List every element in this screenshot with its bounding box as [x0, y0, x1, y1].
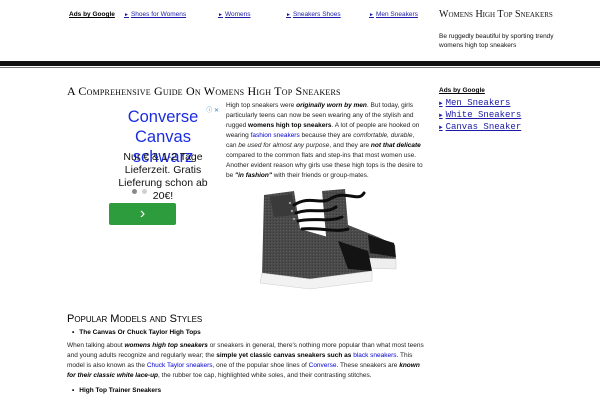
- display-ad[interactable]: ⓘ ✕ Converse Canvas schwarz Nur € & 1-2 …: [107, 103, 219, 228]
- arrow-icon: ►: [369, 12, 374, 18]
- header-divider-thin: [0, 67, 600, 68]
- page-title: A Comprehensive Guide On Womens High Top…: [67, 84, 341, 98]
- ad-link-men-sneakers[interactable]: ► Men Sneakers: [369, 11, 418, 18]
- ad-link-womens[interactable]: ► Womens: [218, 11, 250, 18]
- ad-body: Nur € & 1-2 Tage Lieferzeit. Gratis Lief…: [118, 151, 208, 202]
- ad-link-shoes-for-womens[interactable]: ► Shoes for Womens: [124, 11, 186, 18]
- arrow-icon: ►: [439, 100, 443, 107]
- ad-link-sneakers-shoes[interactable]: ► Sneakers Shoes: [286, 11, 341, 18]
- models-paragraph: When talking about womens high top sneak…: [67, 342, 424, 379]
- link-fashion-sneakers[interactable]: fashion sneakers: [251, 132, 300, 139]
- sneaker-image: [259, 189, 397, 290]
- link-black-sneakers[interactable]: black sneakers: [353, 352, 396, 359]
- sidebar-link-canvas-sneaker[interactable]: ► Canvas Sneaker: [439, 122, 521, 132]
- link-chuck-taylor[interactable]: Chuck Taylor sneakers: [147, 362, 213, 369]
- carousel-dot[interactable]: [142, 189, 147, 194]
- ad-carousel-dots: [132, 189, 152, 196]
- header-divider: [0, 61, 600, 66]
- arrow-icon: ►: [439, 124, 443, 131]
- arrow-icon: ►: [124, 12, 129, 18]
- list-item-canvas: The Canvas Or Chuck Taylor High Tops: [72, 329, 200, 336]
- sidebar-link-white-sneakers[interactable]: ► White Sneakers: [439, 110, 521, 120]
- carousel-dot[interactable]: [132, 189, 137, 194]
- sidebar-ads-label[interactable]: Ads by Google: [439, 87, 485, 94]
- ads-by-google-label[interactable]: Ads by Google: [69, 11, 115, 18]
- arrow-icon: ►: [286, 12, 291, 18]
- sidebar-link-men-sneakers[interactable]: ► Men Sneakers: [439, 98, 510, 108]
- ad-next-button[interactable]: ›: [109, 203, 176, 225]
- list-item-trainer: High Top Trainer Sneakers: [72, 387, 161, 394]
- top-ad-bar: Ads by Google ► Shoes for Womens ► Womens …: [0, 0, 600, 60]
- section-title: Popular Models and Styles: [67, 313, 203, 325]
- chevron-right-icon: ›: [139, 205, 146, 222]
- link-converse[interactable]: Converse: [309, 362, 337, 369]
- site-description: Be ruggedly beautiful by sporting trendy…: [439, 33, 554, 49]
- intro-paragraph: High top sneakers were originally worn b…: [226, 102, 423, 179]
- arrow-icon: ►: [218, 12, 223, 18]
- arrow-icon: ►: [439, 112, 443, 119]
- site-title[interactable]: Womens High Top Sneakers: [439, 9, 559, 20]
